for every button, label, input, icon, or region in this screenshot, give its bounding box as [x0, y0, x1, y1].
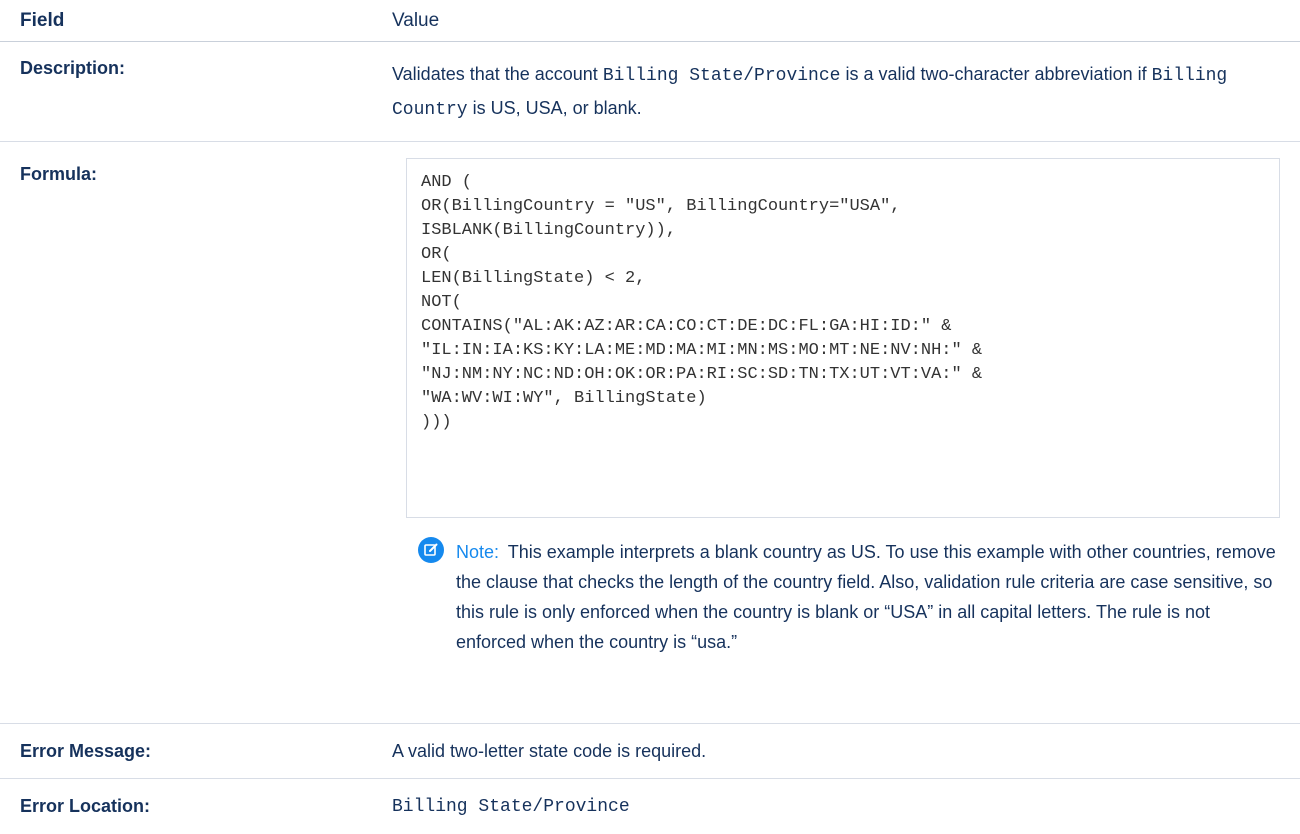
description-row: Description: Validates that the account …	[0, 42, 1300, 142]
description-code-billing-state: Billing State/Province	[602, 66, 841, 86]
error-location-value: Billing State/Province	[392, 796, 630, 817]
error-location-label: Error Location:	[20, 796, 151, 816]
description-label: Description:	[20, 58, 126, 78]
formula-code-block: AND ( OR(BillingCountry = "US", BillingC…	[406, 158, 1280, 518]
note-text: Note: This example interprets a blank co…	[456, 537, 1280, 657]
note-callout: Note: This example interprets a blank co…	[418, 537, 1280, 657]
edit-note-icon	[418, 537, 444, 563]
value-column-header: Value	[392, 9, 440, 31]
table-header: Field Value	[0, 0, 1300, 42]
description-value: Validates that the account Billing State…	[392, 58, 1300, 141]
error-location-row: Error Location: Billing State/Province	[0, 779, 1300, 834]
note-body: This example interprets a blank country …	[456, 542, 1276, 652]
description-text-2: is a valid two-character abbreviation if	[840, 64, 1152, 84]
description-text-3: is US, USA, or blank.	[467, 98, 642, 118]
formula-code: AND ( OR(BillingCountry = "US", BillingC…	[421, 173, 983, 432]
formula-label: Formula:	[20, 164, 98, 184]
description-text-1: Validates that the account	[392, 64, 603, 84]
error-message-value: A valid two-letter state code is require…	[392, 740, 707, 761]
error-message-label: Error Message:	[20, 740, 152, 761]
error-message-row: Error Message: A valid two-letter state …	[0, 724, 1300, 779]
field-column-header: Field	[20, 9, 65, 31]
note-label: Note:	[456, 542, 500, 562]
